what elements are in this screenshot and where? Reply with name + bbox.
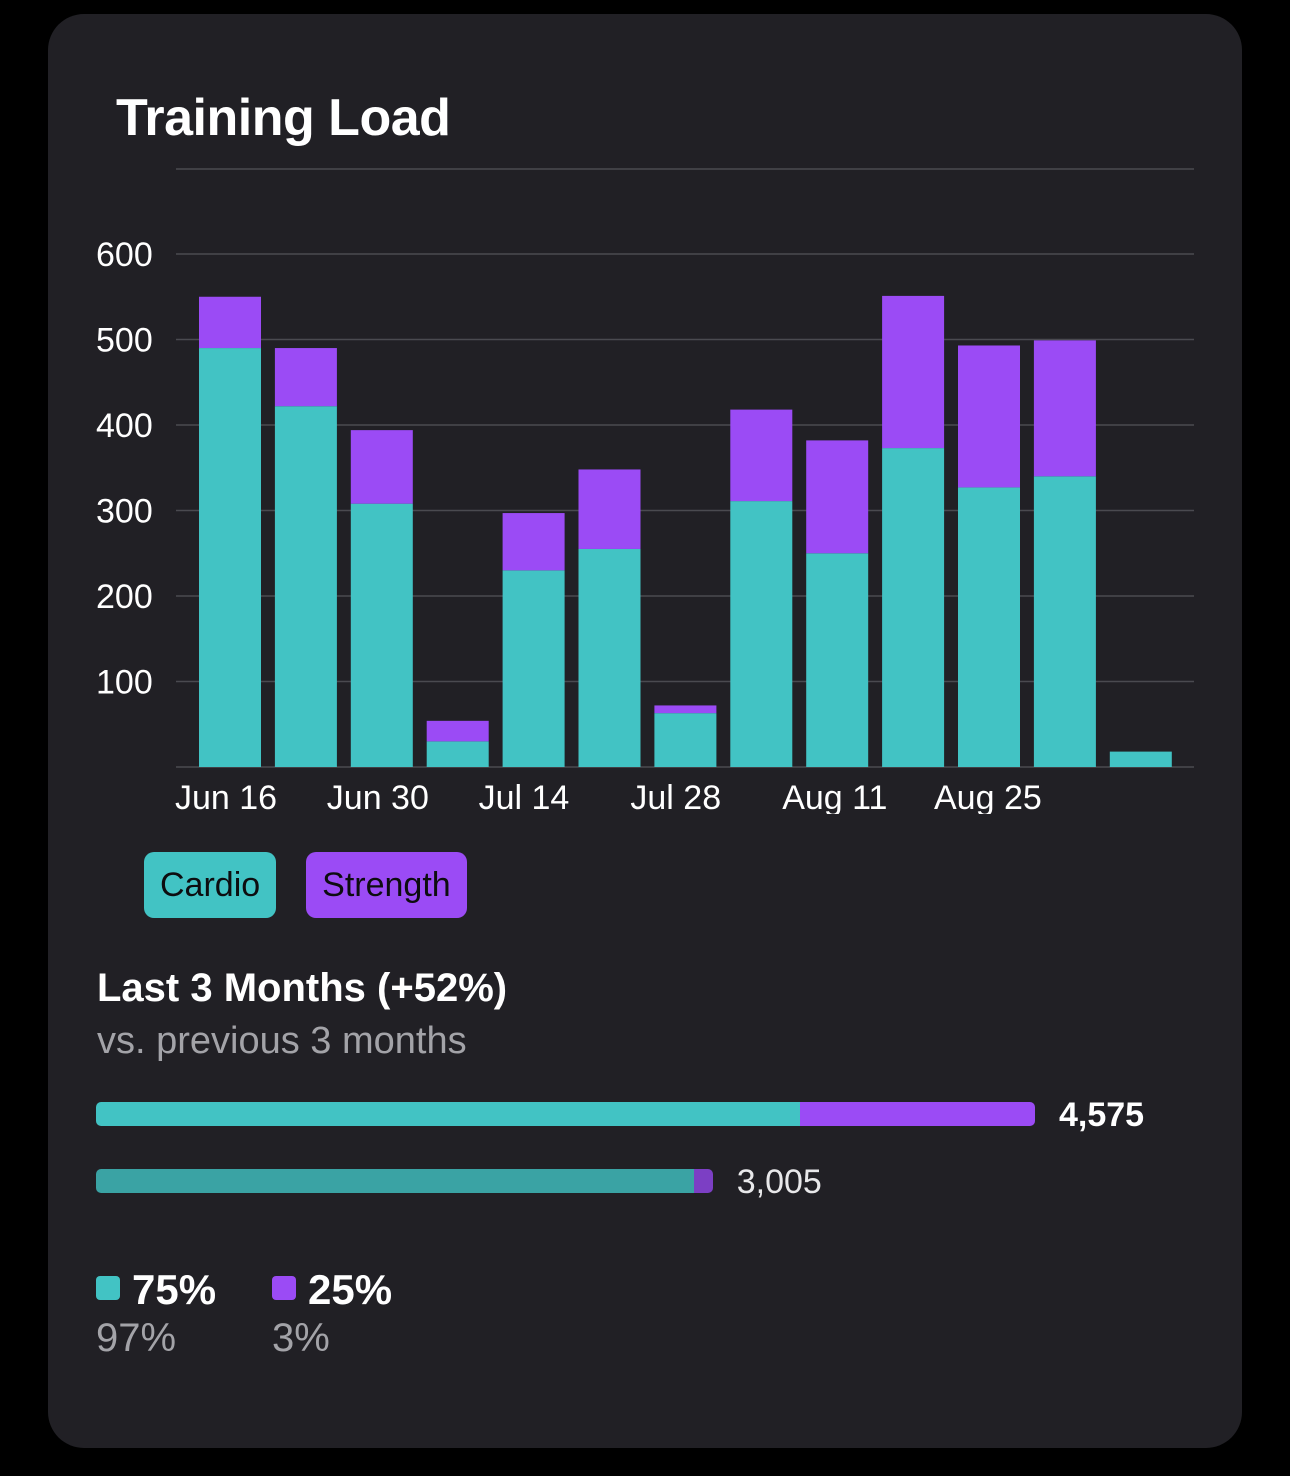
bar-cardio — [1109, 751, 1172, 767]
bar-strength — [958, 345, 1020, 488]
bar-strength — [426, 720, 489, 742]
cardio-share-previous: 97% — [96, 1316, 177, 1360]
cardio-share-current: 75% — [132, 1266, 217, 1313]
training-load-chart: 100 200 300 400 500 600 Jun 16 Jun 30 Jul 14 Jul … — [96, 168, 1194, 814]
summary-subtitle: vs. previous 3 months — [97, 1020, 467, 1062]
y-tick-label: 300 — [96, 493, 153, 531]
bar-cardio — [274, 406, 337, 767]
previous-period-total: 3,005 — [736, 1163, 822, 1201]
x-tick-label: Jun 30 — [327, 779, 429, 814]
bar-strength — [806, 440, 869, 554]
chart-legend: Cardio Strength — [144, 852, 467, 918]
y-tick-label: 600 — [96, 236, 153, 274]
current-period-total: 4,575 — [1059, 1096, 1145, 1134]
bar-cardio — [199, 348, 261, 767]
bar-strength — [502, 513, 565, 571]
y-tick-label: 100 — [96, 664, 153, 702]
y-tick-label: 500 — [96, 322, 153, 360]
bar-cardio — [730, 501, 793, 767]
current-cardio-segment — [96, 1102, 801, 1126]
legend-strength[interactable]: Strength — [306, 852, 467, 918]
current-period-bar — [96, 1102, 1035, 1126]
bar-strength — [882, 295, 945, 449]
bar-cardio — [958, 487, 1020, 767]
x-tick-label: Aug 11 — [782, 779, 887, 814]
previous-cardio-segment — [96, 1169, 695, 1193]
y-tick-label: 400 — [96, 407, 153, 445]
x-tick-label: Aug 25 — [934, 779, 1042, 814]
current-strength-segment — [800, 1102, 1035, 1126]
bar-strength — [350, 430, 413, 504]
x-tick-label: Jun 16 — [175, 779, 277, 814]
x-tick-label: Jul 28 — [630, 779, 721, 814]
legend-cardio-label: Cardio — [160, 865, 261, 904]
x-tick-label: Jul 14 — [479, 779, 570, 814]
previous-period-bar — [96, 1169, 713, 1193]
bar-strength — [654, 705, 717, 714]
strength-share-previous: 3% — [272, 1316, 330, 1360]
bar-cardio — [1033, 476, 1096, 767]
strength-share-current: 25% — [308, 1266, 393, 1313]
bar-cardio — [426, 741, 489, 767]
bar-cardio — [654, 713, 717, 767]
cardio-swatch — [96, 1276, 120, 1300]
legend-strength-label: Strength — [322, 865, 451, 904]
bar-cardio — [882, 448, 945, 767]
bar-cardio — [502, 570, 565, 767]
strength-swatch — [272, 1276, 296, 1300]
legend-cardio[interactable]: Cardio — [144, 852, 277, 918]
previous-strength-segment — [694, 1169, 713, 1193]
bar-strength — [730, 409, 793, 502]
summary-title: Last 3 Months (+52%) — [97, 966, 508, 1010]
bar-strength — [1033, 340, 1096, 477]
bar-strength — [578, 469, 641, 549]
bar-strength — [274, 348, 337, 407]
bar-cardio — [806, 553, 869, 767]
bar-cardio — [350, 503, 413, 767]
y-tick-label: 200 — [96, 578, 153, 616]
training-load-card: Training Load 100 200 300 400 500 600 Jun 16 Ju… — [48, 14, 1242, 1448]
bar-cardio — [578, 548, 641, 767]
bar-strength — [199, 296, 261, 349]
